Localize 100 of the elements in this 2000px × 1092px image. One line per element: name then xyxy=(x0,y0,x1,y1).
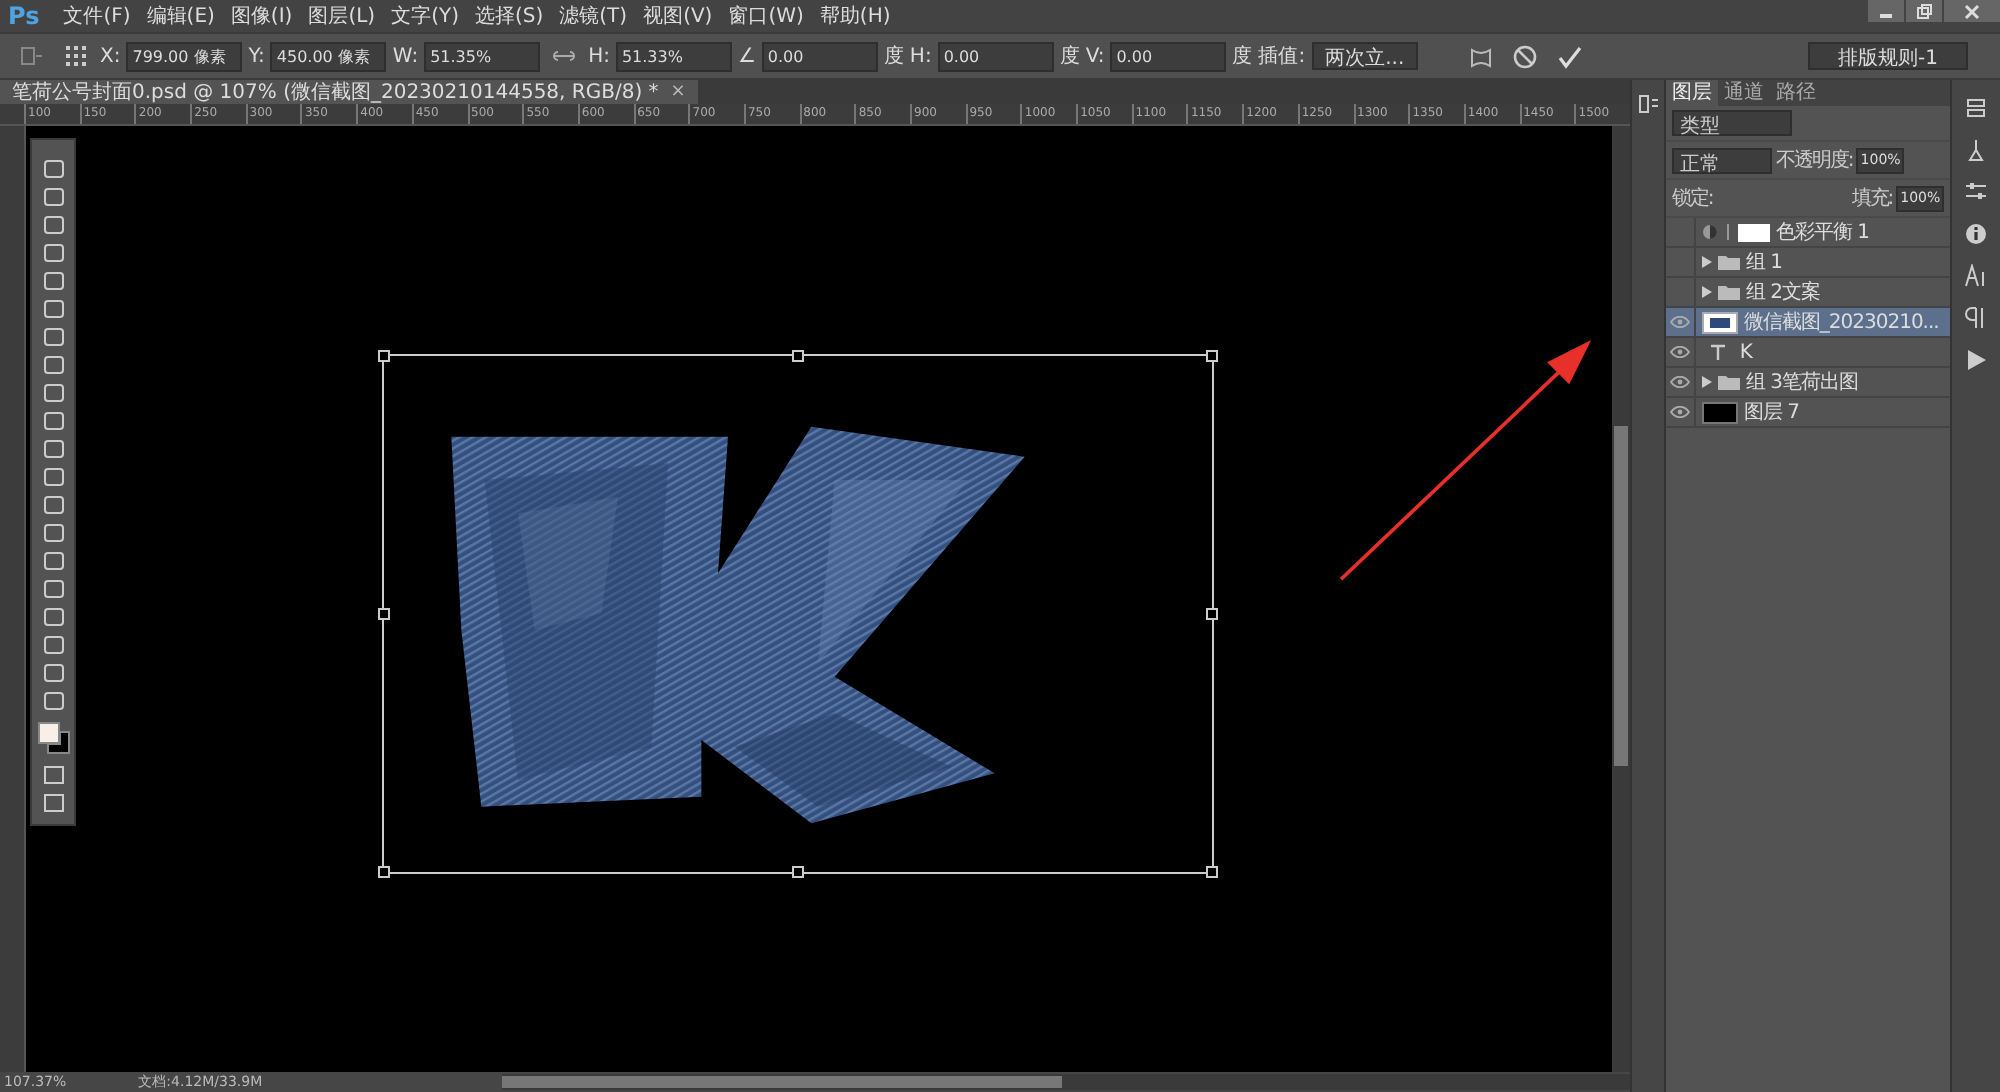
field-label: X: xyxy=(100,45,121,67)
panel-tab[interactable]: 图层 xyxy=(1665,80,1718,106)
transform-handle[interactable] xyxy=(1206,350,1218,362)
folder-icon xyxy=(1717,254,1740,270)
eye-icon xyxy=(1669,406,1690,418)
paragraph-icon[interactable] xyxy=(1964,306,1989,330)
unit-label: 度 xyxy=(1232,43,1253,70)
layer-name: 色彩平衡 1 xyxy=(1775,220,1869,246)
layer-row[interactable]: 组 3笔荷出图 xyxy=(1665,368,1951,398)
link-icon xyxy=(1723,224,1732,240)
field-label: 插值: xyxy=(1258,44,1306,70)
input-field[interactable]: 51.33% xyxy=(615,41,732,71)
close-tab-button[interactable]: × xyxy=(670,82,686,102)
layer-name: 组 1 xyxy=(1745,250,1782,276)
visibility-toggle[interactable] xyxy=(1665,398,1696,426)
menu-item[interactable]: 文字(Y) xyxy=(391,2,459,30)
unit-label: 度 xyxy=(1059,43,1080,70)
input-field[interactable]: 799.00 像素 xyxy=(126,41,243,71)
field-label: Y: xyxy=(248,45,265,67)
menu-item[interactable]: 选择(S) xyxy=(474,2,544,30)
blend-mode-dropdown[interactable]: 正常 xyxy=(1671,147,1772,173)
field-label: H: xyxy=(909,45,932,67)
play-icon[interactable] xyxy=(1964,348,1989,372)
workspace-dropdown[interactable]: 排版规则-1 xyxy=(1808,42,1968,70)
sliders-icon[interactable] xyxy=(1964,180,1989,204)
menu-item[interactable]: 窗口(W) xyxy=(728,2,804,30)
eye-icon xyxy=(1669,376,1690,388)
field-label: H: xyxy=(588,45,610,67)
panel-icon[interactable] xyxy=(1964,96,1989,120)
close-button[interactable] xyxy=(1944,0,2000,22)
transform-handle[interactable] xyxy=(378,350,390,362)
input-field[interactable]: 0.00 xyxy=(937,41,1054,71)
interpolation-dropdown[interactable]: 两次立... xyxy=(1311,42,1419,70)
minimize-button[interactable] xyxy=(1868,0,1904,22)
menu-item[interactable]: 文件(F) xyxy=(63,2,131,30)
lock-label: 锁定: xyxy=(1671,185,1713,212)
menu-item[interactable]: 编辑(E) xyxy=(146,2,215,30)
menu-item[interactable]: 图像(I) xyxy=(230,2,293,30)
document-tab[interactable]: 笔荷公号封面0.psd @ 107% (微信截图_20230210144558, RGB/8) * × xyxy=(0,80,698,104)
field-label: ∠ xyxy=(737,45,756,67)
layer-name: K xyxy=(1739,341,1752,363)
transform-handle[interactable] xyxy=(378,608,390,620)
visibility-toggle[interactable] xyxy=(1665,308,1696,336)
layer-row[interactable]: K xyxy=(1665,338,1951,368)
transform-handle[interactable] xyxy=(378,866,390,878)
unit-label: 度 xyxy=(883,43,904,70)
layer-name: 图层 7 xyxy=(1743,400,1799,426)
input-field[interactable]: 0.00 xyxy=(761,41,878,71)
reference-point-icon[interactable] xyxy=(64,44,88,68)
eye-icon xyxy=(1669,316,1690,328)
layer-thumbnail xyxy=(1701,311,1738,333)
transform-handle[interactable] xyxy=(792,866,804,878)
layer-thumbnail xyxy=(1737,223,1770,241)
layer-row[interactable]: 图层 7 xyxy=(1665,398,1951,428)
close-icon xyxy=(1964,3,1980,19)
input-field[interactable]: 0.00 xyxy=(1110,41,1227,71)
transform-handle[interactable] xyxy=(792,350,804,362)
commit-icon[interactable] xyxy=(1556,43,1583,69)
visibility-toggle[interactable] xyxy=(1665,338,1696,366)
cancel-icon[interactable] xyxy=(1512,43,1539,69)
restore-button[interactable] xyxy=(1906,0,1942,22)
background-color-swatch[interactable] xyxy=(46,731,69,754)
opacity-label: 不透明度: xyxy=(1775,147,1853,174)
transform-handle[interactable] xyxy=(1206,866,1218,878)
foreground-color-swatch[interactable] xyxy=(37,722,59,744)
input-field[interactable]: 450.00 像素 xyxy=(270,41,387,71)
fill-label: 填充: xyxy=(1851,185,1893,212)
expand-caret-icon[interactable] xyxy=(1701,256,1712,268)
restore-icon xyxy=(1916,3,1932,19)
folder-icon xyxy=(1717,284,1740,300)
app-logo: Ps xyxy=(8,2,40,30)
horizontal-scrollbar[interactable] xyxy=(502,1074,1630,1090)
menu-item[interactable]: 帮助(H) xyxy=(819,2,891,30)
info-icon[interactable] xyxy=(1964,222,1989,246)
filter-dropdown[interactable]: 类型 xyxy=(1671,110,1792,136)
warp-icon[interactable] xyxy=(1468,43,1495,69)
eye-icon xyxy=(1669,346,1690,358)
vertical-scrollbar[interactable] xyxy=(1612,126,1630,1072)
expand-caret-icon[interactable] xyxy=(1701,376,1712,388)
layer-row[interactable]: 组 1 xyxy=(1665,248,1951,278)
input-field[interactable]: 51.35% xyxy=(424,41,541,71)
layer-name: 组 3笔荷出图 xyxy=(1745,369,1858,396)
layer-name: 微信截图_20230210... xyxy=(1743,309,1939,336)
expand-caret-icon[interactable] xyxy=(1701,286,1712,298)
link-icon[interactable] xyxy=(552,48,577,64)
transform-handle[interactable] xyxy=(1206,608,1218,620)
transform-box[interactable] xyxy=(382,354,1214,874)
panel-tab[interactable]: 路径 xyxy=(1769,80,1822,106)
menu-item[interactable]: 视图(V) xyxy=(643,2,713,30)
character-icon[interactable] xyxy=(1964,264,1989,288)
layer-name: 组 2文案 xyxy=(1745,279,1820,306)
panel-tab[interactable]: 通道 xyxy=(1717,80,1770,106)
folder-icon xyxy=(1717,374,1740,390)
layer-row[interactable]: 微信截图_20230210... xyxy=(1665,308,1951,338)
layer-thumbnail xyxy=(1701,401,1738,423)
menu-item[interactable]: 滤镜(T) xyxy=(559,2,628,30)
adjustment-icon xyxy=(1701,224,1718,240)
menu-item[interactable]: 图层(L) xyxy=(308,2,376,30)
layer-row[interactable]: 色彩平衡 1 xyxy=(1665,218,1951,248)
visibility-toggle[interactable] xyxy=(1665,368,1696,396)
